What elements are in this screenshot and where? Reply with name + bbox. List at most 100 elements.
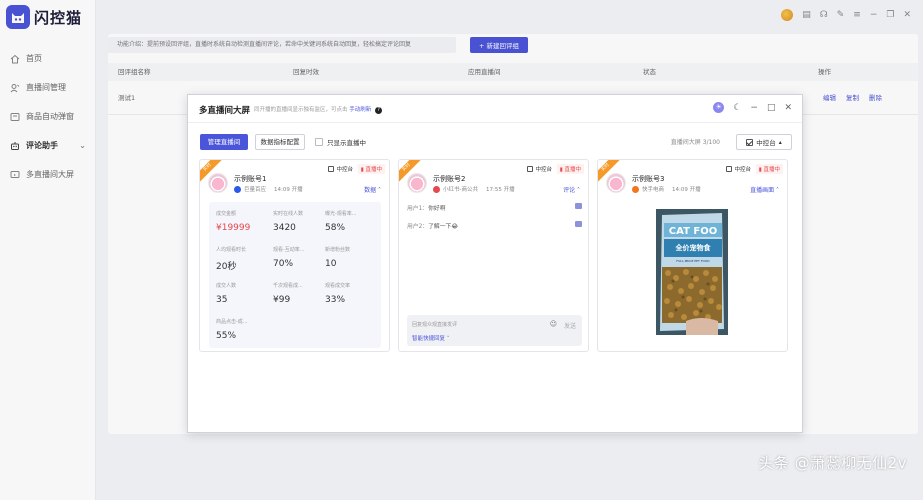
account-meta: 快手电商 14:09 开播 [632,185,701,193]
avatar [407,173,427,193]
manual-refresh-link[interactable]: 手动刷新 [349,107,371,113]
light-theme-icon[interactable]: ☀ [713,102,725,113]
metric-cell: 观看成交率 33% [325,282,380,305]
platform-name: 快手电商 [642,187,665,193]
metric-cell: 实时在线人数 3420 [273,210,328,233]
dark-theme-icon[interactable]: ☾ [733,103,741,113]
metric-label: 新增粉丝数 [325,247,351,253]
view-dropdown-label: 评论 [563,187,576,194]
chevron-up-icon: ˄ [774,187,779,194]
live-room-card: 实时 中控台 ▮ 直播中 示例账号1 巨量百应 14:09 开播 数据 ˄ 成交… [199,159,390,352]
platform-icon [632,185,639,193]
metric-value: ¥19999 [216,223,251,233]
live-badge: ▮ 直播中 [556,164,584,174]
smart-reply-toggle[interactable]: 智能快捷回复 ˅ [412,334,450,342]
live-badge: ▮ 直播中 [357,164,385,174]
product-text: 全价宠物食 [675,243,712,252]
avatar [208,173,228,193]
close-icon[interactable]: ✕ [784,103,792,113]
checkbox-icon[interactable] [328,166,335,172]
view-dropdown[interactable]: 直播画面 ˄ [750,185,779,194]
avatar [606,173,626,193]
comment-text: 了解一下😂 [428,224,459,230]
live-badge-text: 直播中 [365,167,382,173]
metric-cell: 商品点击-成... 55% [216,318,271,341]
comment-input-box[interactable]: 回复观众观直接发评 ☺ 发送 智能快捷回复 ˅ [407,315,582,346]
checkbox-icon[interactable] [726,166,733,172]
metric-label: 商品点击-成... [216,319,248,325]
console-toggle-button[interactable]: 中控台 ▴ [736,134,792,150]
dialog-description-text: 同开播的直播间显示独有监区，可点击 [254,107,348,113]
reply-icon[interactable] [575,203,582,209]
maximize-icon[interactable]: □ [767,103,776,113]
metric-value: 58% [325,223,346,233]
chevron-down-icon: ˅ [445,336,450,342]
metric-cell: 新增粉丝数 10 [325,246,380,269]
comment-text: 你好啊 [428,206,446,212]
metrics-config-button[interactable]: 数据指标配置 [255,134,305,150]
metric-cell: 观看-互动率... 70% [273,246,328,269]
metric-value: 35 [216,295,228,305]
metric-cell: 成交人数 35 [216,282,271,305]
dialog-toolbar: 管理直播间 数据指标配置 只显示直播中 直播间大屏 3/100 中控台 ▴ [200,134,792,150]
console-label: 中控台 [734,167,751,173]
help-icon[interactable]: ? [375,107,383,114]
metric-cell: 千次观看成... ¥99 [273,282,328,305]
comment-item: 用户1：你好啊 [407,203,582,221]
minimize-icon[interactable]: − [750,103,758,113]
live-badge: ▮ 直播中 [755,164,783,174]
divider [188,122,802,123]
account-meta: 小红书-商公共 17:55 开播 [433,185,515,193]
comment-input-placeholder[interactable]: 回复观众观直接发评 [412,321,457,328]
chevron-up-icon: ˄ [575,187,580,194]
metric-value: 33% [325,295,346,305]
metric-value: 3420 [273,223,296,233]
metrics-panel: 成交金额 ¥19999 实时在线人数 3420 曝光-观看率... 58% 人均观看时… [209,202,381,348]
chevron-up-icon: ˄ [376,187,381,194]
metric-label: 成交人数 [216,283,237,289]
send-button[interactable]: 发送 [564,321,576,330]
metric-label: 实时在线人数 [273,211,304,217]
emoji-icon[interactable]: ☺ [550,320,557,328]
manage-live-rooms-button[interactable]: 管理直播间 [200,134,248,150]
checkbox-box[interactable] [315,138,323,146]
metric-value: 55% [216,331,237,341]
chevron-up-icon: ▴ [778,138,782,146]
checkbox-label: 只显示直播中 [327,139,366,147]
metric-label: 千次观看成... [273,283,303,289]
metric-label: 成交金额 [216,211,237,217]
console-label: 中控台 [336,167,353,173]
console-checkbox[interactable]: 中控台 [328,165,353,173]
console-label: 中控台 [535,167,552,173]
console-checkbox[interactable]: 中控台 [527,165,552,173]
metric-label: 曝光-观看率... [325,211,357,217]
metric-label: 观看-互动率... [273,247,305,253]
watermark: 头条 @萧蕊柳无仙2v [758,454,907,472]
account-name: 示例账号3 [632,175,665,183]
view-dropdown[interactable]: 评论 ˄ [563,185,580,194]
dialog-controls: ☀ ☾ − □ ✕ [713,102,792,113]
checkbox-checked-icon [746,138,754,146]
live-room-card: 实时 中控台 ▮ 直播中 示例账号2 小红书-商公共 17:55 开播 评论 ˄… [398,159,589,352]
account-name: 示例账号1 [234,175,267,183]
product-text: FULL PRICE PET FOOD [676,259,710,263]
multi-live-screen-dialog: 多直播间大屏 同开播的直播间显示独有监区，可点击 手动刷新 ? ☀ ☾ − □ … [187,94,803,433]
console-checkbox[interactable]: 中控台 [726,165,751,173]
comment-user: 用户2： [407,224,429,230]
console-label: 中控台 [756,139,776,147]
only-live-checkbox[interactable]: 只显示直播中 [315,137,366,147]
dialog-description: 同开播的直播间显示独有监区，可点击 手动刷新 ? [254,105,383,114]
metric-cell: 曝光-观看率... 58% [325,210,380,233]
start-time: 17:55 开播 [486,187,515,193]
metric-value: ¥99 [273,295,291,305]
checkbox-icon[interactable] [527,166,534,172]
platform-icon [234,185,241,193]
metric-cell: 成交金额 ¥19999 [216,210,271,233]
reply-icon[interactable] [575,221,582,227]
view-dropdown[interactable]: 数据 ˄ [364,185,381,194]
platform-name: 巨量百应 [244,187,267,193]
view-dropdown-label: 数据 [364,187,377,194]
comment-user: 用户1： [407,206,429,212]
account-name: 示例账号2 [433,175,466,183]
platform-name: 小红书-商公共 [443,187,478,193]
